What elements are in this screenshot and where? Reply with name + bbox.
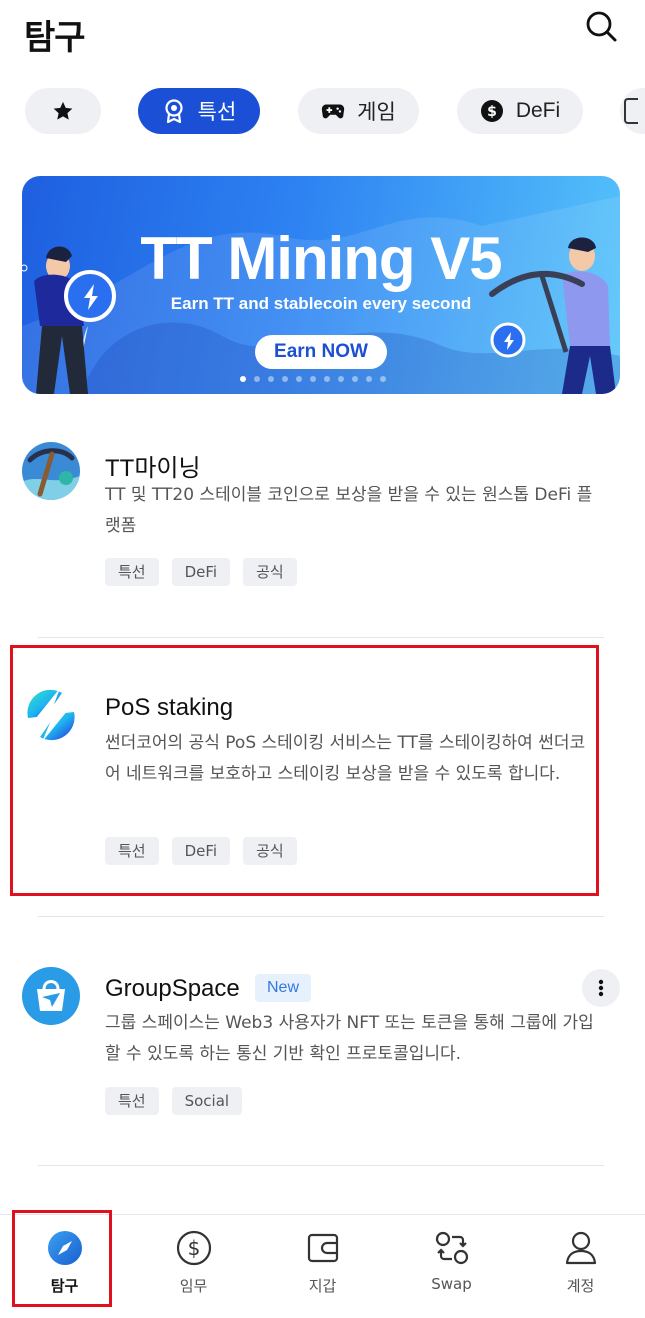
tab-label: 지갑 xyxy=(308,1277,337,1295)
tab-label: 임무 xyxy=(179,1277,208,1295)
new-badge: New xyxy=(255,974,312,1002)
chip-featured[interactable]: 특선 xyxy=(138,88,260,134)
pagination-dot[interactable] xyxy=(352,376,358,382)
chip-games[interactable]: 게임 xyxy=(298,88,419,134)
pagination-dot[interactable] xyxy=(240,376,246,382)
pagination-dot[interactable] xyxy=(380,376,386,382)
tag: DeFi xyxy=(171,558,231,586)
pagination-dot[interactable] xyxy=(324,376,330,382)
search-icon[interactable] xyxy=(582,8,620,46)
chip-more[interactable] xyxy=(620,88,645,134)
tab-label: Swap xyxy=(431,1275,472,1293)
item-name: GroupSpace xyxy=(105,975,240,1002)
header: 탐구 xyxy=(0,0,645,70)
item-name: TT마이닝 xyxy=(105,455,201,482)
star-icon xyxy=(52,100,74,122)
item-tags: 특선 Social xyxy=(105,1087,243,1115)
chip-defi[interactable]: $ DeFi xyxy=(457,88,583,134)
dollar-circle-icon: $ xyxy=(176,1230,212,1266)
gamepad-icon xyxy=(321,99,345,123)
pagination-dot[interactable] xyxy=(366,376,372,382)
chip-label: 게임 xyxy=(357,101,396,124)
item-description: TT 및 TT20 스테이블 코인으로 보상을 받을 수 있는 원스톱 DeFi… xyxy=(105,485,593,536)
svg-text:$: $ xyxy=(487,104,497,120)
earn-now-button[interactable]: Earn NOW xyxy=(255,335,387,369)
divider xyxy=(38,637,604,638)
chip-label: DeFi xyxy=(515,99,561,122)
tab-swap[interactable]: Swap xyxy=(387,1215,516,1318)
list-item-groupspace[interactable]: GroupSpace New 그룹 스페이스는 Web3 사용자가 NFT 또는… xyxy=(0,955,645,1135)
pagination-dot[interactable] xyxy=(282,376,288,382)
highlight-box-pos-staking xyxy=(10,645,599,896)
swap-icon xyxy=(434,1230,470,1266)
dollar-coin-icon: $ xyxy=(480,99,504,123)
pagination-dot[interactable] xyxy=(338,376,344,382)
card-icon xyxy=(624,98,638,124)
banner-headline: TT Mining V5 xyxy=(140,225,502,292)
tab-label: 계정 xyxy=(566,1277,595,1295)
pagination-dot[interactable] xyxy=(296,376,302,382)
tag: 특선 xyxy=(105,558,159,586)
wallet-icon xyxy=(305,1230,341,1266)
banner-pagination xyxy=(240,376,386,384)
pagination-dot[interactable] xyxy=(268,376,274,382)
tab-wallet[interactable]: 지갑 xyxy=(258,1215,387,1318)
tag: Social xyxy=(171,1087,243,1115)
divider xyxy=(38,916,604,917)
item-description: 그룹 스페이스는 Web3 사용자가 NFT 또는 토큰을 통해 그룹에 가입할… xyxy=(105,1013,594,1064)
pagination-dot[interactable] xyxy=(310,376,316,382)
award-icon xyxy=(162,99,186,123)
tab-missions[interactable]: $ 임무 xyxy=(129,1215,258,1318)
more-options-button[interactable] xyxy=(582,969,620,1007)
chip-favorites[interactable] xyxy=(25,88,101,134)
pickaxe-icon xyxy=(22,442,80,500)
divider xyxy=(38,1165,604,1166)
promo-banner[interactable]: TT Mining V5 Earn TT and stablecoin ever… xyxy=(22,176,620,394)
chip-label: 특선 xyxy=(197,101,237,124)
list-item-tt-mining[interactable]: TT마이닝 TT 및 TT20 스테이블 코인으로 보상을 받을 수 있는 원스… xyxy=(0,430,645,610)
banner-subtitle: Earn TT and stablecoin every second xyxy=(170,294,472,313)
more-vertical-icon xyxy=(598,979,604,997)
tag: 특선 xyxy=(105,1087,159,1115)
item-tags: 특선 DeFi 공식 xyxy=(105,558,297,586)
pagination-dot[interactable] xyxy=(254,376,260,382)
tab-account[interactable]: 계정 xyxy=(516,1215,645,1318)
svg-text:$: $ xyxy=(188,1236,201,1260)
highlight-box-explore-tab xyxy=(12,1210,112,1307)
category-chips: 특선 게임 $ DeFi xyxy=(0,86,645,138)
user-icon xyxy=(563,1230,599,1266)
tag: 공식 xyxy=(243,558,297,586)
page-title: 탐구 xyxy=(24,18,86,58)
paper-plane-bag-icon xyxy=(22,967,80,1025)
